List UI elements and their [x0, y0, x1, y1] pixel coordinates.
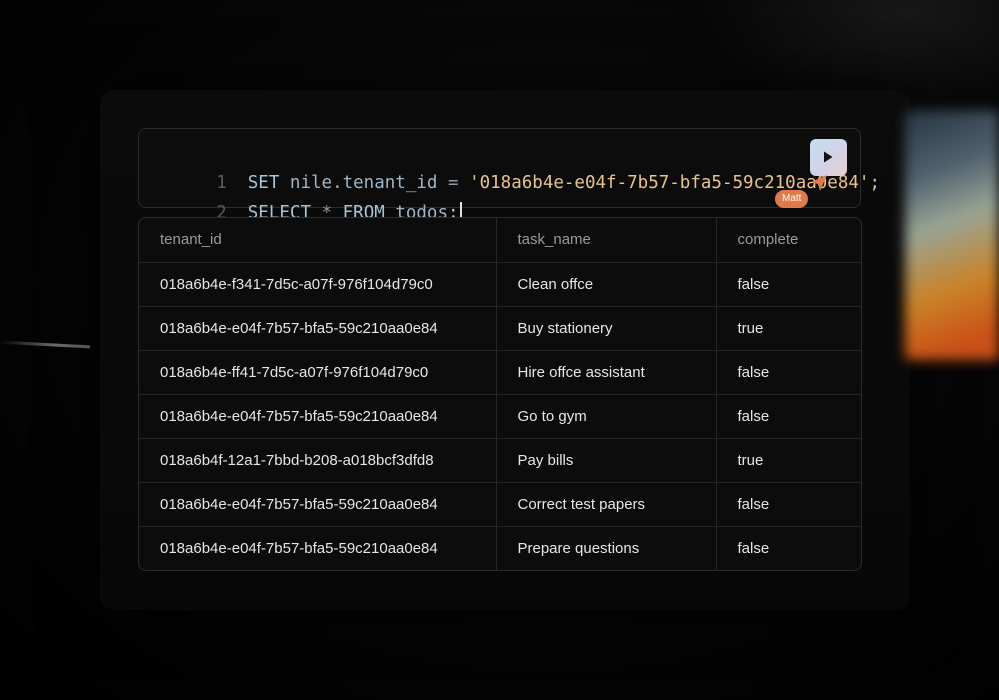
cell-tenant-id: 018a6b4e-e04f-7b57-bfa5-59c210aa0e84 — [139, 526, 497, 570]
play-icon — [824, 151, 833, 163]
collaborator-tag: Matt — [775, 190, 809, 208]
cell-complete: false — [716, 394, 861, 439]
cell-complete: false — [737, 539, 770, 557]
cell-complete: false — [716, 482, 861, 527]
cell-task-name: Buy stationery — [496, 306, 717, 351]
cell-tenant-id: 018a6b4e-f341-7d5c-a07f-976f104d79c0 — [139, 262, 497, 307]
results-grid: tenant_id task_name complete 018a6b4e-f3… — [139, 218, 861, 570]
cell-task-name: Prepare questions — [496, 526, 717, 570]
column-header-tenant-id: tenant_id — [139, 218, 497, 263]
results-table: tenant_id task_name complete 018a6b4e-f3… — [138, 217, 862, 571]
background-streak — [0, 340, 91, 349]
stage: 1 SET nile.tenant_id = '018a6b4e-e04f-7b… — [0, 0, 999, 700]
cell-tenant-id: 018a6b4f-12a1-7bbd-b208-a018bcf3dfd8 — [139, 438, 497, 483]
cell-task-name: Clean offce — [496, 262, 717, 307]
background-glow-right — [905, 110, 999, 360]
cell-task-name: Correct test papers — [496, 482, 717, 527]
table-row: 018a6b4e-ff41-7d5c-a07f-976f104d79c0 Hir… — [139, 350, 861, 395]
cell-complete: true — [716, 438, 861, 483]
code-line-2[interactable]: 2 SELECT * FROM todos; — [153, 168, 462, 224]
cell-complete: false — [716, 262, 861, 307]
run-query-button[interactable] — [810, 139, 847, 176]
table-row: 018a6b4e-e04f-7b57-bfa5-59c210aa0e84 Pre… — [139, 526, 861, 570]
semicolon: ; — [869, 173, 880, 193]
table-row: 018a6b4e-e04f-7b57-bfa5-59c210aa0e84 Buy… — [139, 306, 861, 351]
table-row: 018a6b4e-e04f-7b57-bfa5-59c210aa0e84 Cor… — [139, 482, 861, 527]
table-row: 018a6b4e-f341-7d5c-a07f-976f104d79c0 Cle… — [139, 262, 861, 307]
cell-tenant-id: 018a6b4e-e04f-7b57-bfa5-59c210aa0e84 — [139, 482, 497, 527]
sql-editor[interactable]: 1 SET nile.tenant_id = '018a6b4e-e04f-7b… — [138, 128, 880, 224]
table-row: 018a6b4f-12a1-7bbd-b208-a018bcf3dfd8 Pay… — [139, 438, 861, 483]
table-row: 018a6b4e-e04f-7b57-bfa5-59c210aa0e84 Go … — [139, 394, 861, 439]
code-line-1[interactable]: 1 SET nile.tenant_id = '018a6b4e-e04f-7b… — [153, 138, 880, 193]
cell-tenant-id: 018a6b4e-e04f-7b57-bfa5-59c210aa0e84 — [139, 394, 497, 439]
cell-complete: true — [716, 306, 861, 351]
cell-tenant-id: 018a6b4e-e04f-7b57-bfa5-59c210aa0e84 — [139, 306, 497, 351]
column-header-task-name: task_name — [496, 218, 717, 263]
cell-complete: false — [716, 350, 861, 395]
cell-task-name: Go to gym — [496, 394, 717, 439]
column-header-complete: complete — [716, 218, 861, 263]
cell-task-name: Hire offce assistant — [496, 350, 717, 395]
collaborator-cursor-icon — [811, 175, 827, 191]
header-row: tenant_id task_name complete — [139, 218, 861, 263]
cell-task-name: Pay bills — [496, 438, 717, 483]
cell-tenant-id: 018a6b4e-ff41-7d5c-a07f-976f104d79c0 — [139, 350, 497, 395]
